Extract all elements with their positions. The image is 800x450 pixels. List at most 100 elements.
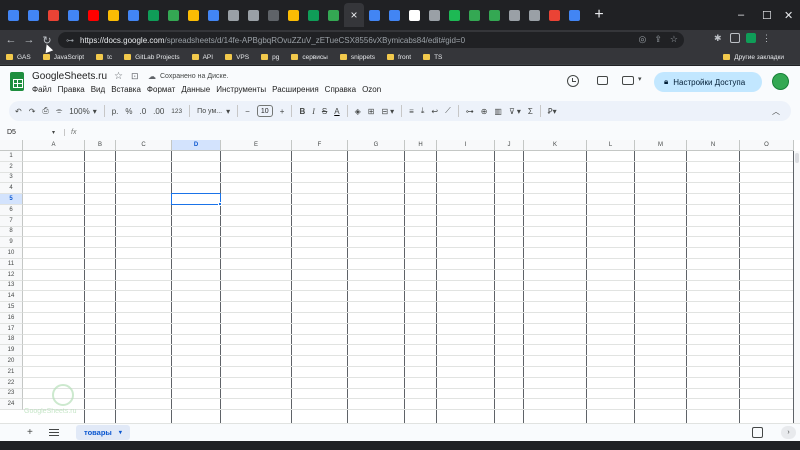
browser-tab[interactable]: × (344, 3, 364, 27)
menu-item[interactable]: Правка (58, 85, 85, 94)
row-header[interactable]: 18 (0, 334, 23, 346)
bookmark-item[interactable]: JavaScript (42, 54, 84, 61)
add-sheet-button[interactable]: + (27, 427, 39, 438)
address-bar[interactable]: ⊶ https://docs.google.com/spreadsheets/d… (58, 32, 684, 48)
bookmark-item[interactable]: GAS (6, 54, 31, 61)
column-header[interactable]: C (116, 140, 172, 151)
row-header[interactable]: 9 (0, 237, 23, 249)
fill-color-icon[interactable]: ◈ (355, 104, 361, 118)
extensions-icon[interactable]: ✱ (714, 33, 724, 43)
document-title[interactable]: GoogleSheets.ru (32, 71, 107, 82)
bookmark-star-icon[interactable]: ☆ (670, 34, 678, 45)
menu-item[interactable]: Ozon (362, 85, 381, 94)
site-info-icon[interactable]: ⊶ (66, 36, 74, 45)
browser-tab[interactable] (144, 3, 163, 27)
close-tab-icon[interactable]: × (350, 8, 357, 22)
input-tools-icon[interactable]: Ꝑ▾ (548, 104, 557, 118)
share-icon[interactable]: ⇪ (654, 34, 662, 45)
star-icon[interactable]: ☆ (114, 71, 123, 82)
row-header[interactable]: 22 (0, 377, 23, 389)
menu-item[interactable]: Формат (147, 85, 175, 94)
row-header[interactable]: 1 (0, 151, 23, 162)
percent-format-button[interactable]: % (125, 104, 132, 118)
column-header[interactable]: L (587, 140, 635, 151)
row-header[interactable]: 13 (0, 280, 23, 292)
undo-icon[interactable]: ↶ (15, 104, 22, 118)
increase-decimal-button[interactable]: .00 (153, 104, 164, 118)
saved-status[interactable]: Сохранено на Диске. (160, 73, 228, 80)
browser-tab[interactable] (164, 3, 183, 27)
paint-format-icon[interactable]: ⌯ (56, 104, 62, 118)
merge-cells-icon[interactable]: ⊟ (381, 104, 388, 118)
fill-handle[interactable] (218, 202, 222, 206)
account-avatar[interactable] (772, 73, 789, 90)
cloud-saved-icon[interactable]: ☁ (148, 72, 156, 81)
row-header[interactable]: 3 (0, 172, 23, 184)
column-header[interactable]: N (687, 140, 740, 151)
sheet-tab-tovary[interactable]: товары ▾ (76, 425, 130, 440)
browser-tab[interactable] (545, 3, 564, 27)
meet-icon[interactable] (622, 76, 634, 85)
browser-tab[interactable] (24, 3, 43, 27)
maximize-window-icon[interactable]: ☐ (762, 9, 772, 22)
browser-tab[interactable] (204, 3, 223, 27)
row-header[interactable]: 21 (0, 367, 23, 378)
row-header[interactable]: 4 (0, 183, 23, 195)
name-box[interactable]: D5 (0, 129, 52, 136)
row-header[interactable]: 7 (0, 215, 23, 227)
horizontal-align-icon[interactable]: ≡ (409, 104, 414, 118)
row-header[interactable]: 24 (0, 399, 23, 411)
browser-tab[interactable] (324, 3, 343, 27)
browser-tab[interactable] (304, 3, 323, 27)
column-header[interactable]: D (172, 140, 221, 151)
column-header[interactable]: E (221, 140, 292, 151)
selected-cell[interactable] (171, 193, 221, 205)
menu-item[interactable]: Вид (91, 85, 105, 94)
browser-tab[interactable] (184, 3, 203, 27)
font-select[interactable]: По ум... (197, 104, 222, 118)
column-header[interactable]: I (437, 140, 495, 151)
vertical-scrollbar[interactable] (793, 151, 800, 430)
browser-tab[interactable] (365, 3, 384, 27)
borders-icon[interactable]: ⊞ (368, 104, 375, 118)
text-rotation-icon[interactable]: ⟋ (445, 104, 451, 118)
insert-link-icon[interactable]: ⊶ (466, 104, 474, 118)
row-header[interactable]: 11 (0, 259, 23, 270)
menu-item[interactable]: Вставка (111, 85, 141, 94)
browser-tab[interactable] (124, 3, 143, 27)
browser-tab[interactable] (505, 3, 524, 27)
row-header[interactable]: 5 (0, 194, 23, 205)
meet-dropdown-icon[interactable]: ▾ (638, 75, 642, 83)
minimize-window-icon[interactable]: ‒ (738, 9, 744, 21)
zoom-select[interactable]: 100% (69, 104, 89, 118)
browser-tab[interactable] (104, 3, 123, 27)
strikethrough-button[interactable]: S (322, 104, 327, 118)
column-header[interactable]: M (635, 140, 687, 151)
browser-tab[interactable] (224, 3, 243, 27)
menu-item[interactable]: Файл (32, 85, 52, 94)
column-header[interactable]: G (348, 140, 405, 151)
bookmark-item[interactable]: сервисы (291, 54, 328, 61)
insert-comment-icon[interactable]: ⊕ (481, 104, 488, 118)
row-header[interactable]: 17 (0, 323, 23, 335)
row-header[interactable]: 15 (0, 302, 23, 313)
row-header[interactable]: 8 (0, 226, 23, 238)
row-header[interactable]: 23 (0, 388, 23, 400)
browser-tab[interactable] (64, 3, 83, 27)
other-bookmarks[interactable]: Другие закладки (723, 54, 784, 61)
menu-item[interactable]: Данные (181, 85, 210, 94)
decrease-decimal-button[interactable]: .0 (140, 104, 147, 118)
all-sheets-icon[interactable] (49, 429, 59, 436)
row-header[interactable]: 19 (0, 345, 23, 357)
font-size-input[interactable]: 10 (256, 105, 273, 117)
extension-square-icon[interactable] (730, 33, 740, 43)
font-dropdown-icon[interactable]: ▾ (226, 104, 230, 118)
column-header[interactable]: F (292, 140, 348, 151)
browser-tab[interactable] (565, 3, 584, 27)
browser-tab[interactable] (284, 3, 303, 27)
bookmark-item[interactable]: snippets (339, 54, 375, 61)
row-header[interactable]: 16 (0, 313, 23, 324)
back-icon[interactable]: ← (2, 34, 20, 46)
decrease-font-size-button[interactable]: − (245, 104, 250, 118)
column-header[interactable]: H (405, 140, 437, 151)
